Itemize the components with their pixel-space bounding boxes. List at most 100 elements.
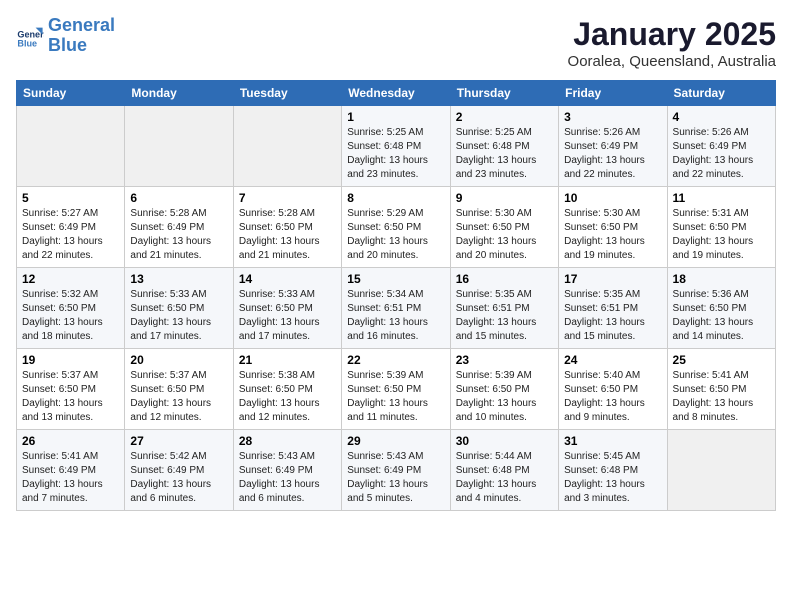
- day-cell: 23 Sunrise: 5:39 AM Sunset: 6:50 PM Dayli…: [450, 349, 558, 430]
- day-cell: 16 Sunrise: 5:35 AM Sunset: 6:51 PM Dayli…: [450, 268, 558, 349]
- day-number: 16: [456, 272, 553, 286]
- day-cell: [667, 430, 775, 511]
- weekday-header-monday: Monday: [125, 81, 233, 106]
- logo-general: General: [48, 16, 115, 36]
- day-number: 21: [239, 353, 336, 367]
- day-number: 5: [22, 191, 119, 205]
- day-number: 6: [130, 191, 227, 205]
- day-number: 30: [456, 434, 553, 448]
- day-info: Sunrise: 5:30 AM Sunset: 6:50 PM Dayligh…: [564, 207, 661, 263]
- day-cell: 14 Sunrise: 5:33 AM Sunset: 6:50 PM Dayli…: [233, 268, 341, 349]
- day-number: 17: [564, 272, 661, 286]
- day-number: 23: [456, 353, 553, 367]
- day-info: Sunrise: 5:36 AM Sunset: 6:50 PM Dayligh…: [673, 288, 770, 344]
- day-info: Sunrise: 5:28 AM Sunset: 6:50 PM Dayligh…: [239, 207, 336, 263]
- day-info: Sunrise: 5:29 AM Sunset: 6:50 PM Dayligh…: [347, 207, 444, 263]
- day-cell: 3Sunrise: 5:26 AM Sunset: 6:49 PM Daylig…: [559, 106, 667, 187]
- day-cell: 9 Sunrise: 5:30 AM Sunset: 6:50 PM Daylig…: [450, 187, 558, 268]
- day-info: Sunrise: 5:39 AM Sunset: 6:50 PM Dayligh…: [456, 369, 553, 425]
- week-row-2: 5 Sunrise: 5:27 AM Sunset: 6:49 PM Daylig…: [17, 187, 776, 268]
- day-info: Sunrise: 5:38 AM Sunset: 6:50 PM Dayligh…: [239, 369, 336, 425]
- day-number: 24: [564, 353, 661, 367]
- day-cell: 6 Sunrise: 5:28 AM Sunset: 6:49 PM Daylig…: [125, 187, 233, 268]
- day-cell: 2Sunrise: 5:25 AM Sunset: 6:48 PM Daylig…: [450, 106, 558, 187]
- day-cell: 17Sunrise: 5:35 AM Sunset: 6:51 PM Dayli…: [559, 268, 667, 349]
- day-number: 15: [347, 272, 444, 286]
- day-cell: 28Sunrise: 5:43 AM Sunset: 6:49 PM Dayli…: [233, 430, 341, 511]
- day-number: 10: [564, 191, 661, 205]
- day-number: 28: [239, 434, 336, 448]
- day-info: Sunrise: 5:37 AM Sunset: 6:50 PM Dayligh…: [22, 369, 119, 425]
- calendar-table: SundayMondayTuesdayWednesdayThursdayFrid…: [16, 80, 776, 511]
- day-number: 4: [673, 110, 770, 124]
- day-cell: 1 Sunrise: 5:25 AM Sunset: 6:48 PM Daylig…: [342, 106, 450, 187]
- day-number: 22: [347, 353, 444, 367]
- weekday-header-wednesday: Wednesday: [342, 81, 450, 106]
- day-info: Sunrise: 5:35 AM Sunset: 6:51 PM Dayligh…: [456, 288, 553, 344]
- week-row-4: 19 Sunrise: 5:37 AM Sunset: 6:50 PM Dayli…: [17, 349, 776, 430]
- day-info: Sunrise: 5:43 AM Sunset: 6:49 PM Dayligh…: [347, 450, 444, 506]
- day-cell: 8 Sunrise: 5:29 AM Sunset: 6:50 PM Daylig…: [342, 187, 450, 268]
- day-cell: 27 Sunrise: 5:42 AM Sunset: 6:49 PM Dayli…: [125, 430, 233, 511]
- day-number: 11: [673, 191, 770, 205]
- day-cell: 19 Sunrise: 5:37 AM Sunset: 6:50 PM Dayli…: [17, 349, 125, 430]
- day-cell: [125, 106, 233, 187]
- day-cell: 13 Sunrise: 5:33 AM Sunset: 6:50 PM Dayli…: [125, 268, 233, 349]
- day-number: 12: [22, 272, 119, 286]
- day-cell: 22 Sunrise: 5:39 AM Sunset: 6:50 PM Dayli…: [342, 349, 450, 430]
- day-info: Sunrise: 5:26 AM Sunset: 6:49 PM Dayligh…: [673, 126, 770, 182]
- day-info: Sunrise: 5:32 AM Sunset: 6:50 PM Dayligh…: [22, 288, 119, 344]
- day-info: Sunrise: 5:33 AM Sunset: 6:50 PM Dayligh…: [130, 288, 227, 344]
- day-number: 29: [347, 434, 444, 448]
- weekday-header-row: SundayMondayTuesdayWednesdayThursdayFrid…: [17, 81, 776, 106]
- day-cell: [233, 106, 341, 187]
- weekday-header-saturday: Saturday: [667, 81, 775, 106]
- day-number: 13: [130, 272, 227, 286]
- day-number: 26: [22, 434, 119, 448]
- day-info: Sunrise: 5:41 AM Sunset: 6:49 PM Dayligh…: [22, 450, 119, 506]
- day-cell: 20Sunrise: 5:37 AM Sunset: 6:50 PM Dayli…: [125, 349, 233, 430]
- day-info: Sunrise: 5:45 AM Sunset: 6:48 PM Dayligh…: [564, 450, 661, 506]
- day-info: Sunrise: 5:33 AM Sunset: 6:50 PM Dayligh…: [239, 288, 336, 344]
- day-cell: 30Sunrise: 5:44 AM Sunset: 6:48 PM Dayli…: [450, 430, 558, 511]
- day-info: Sunrise: 5:31 AM Sunset: 6:50 PM Dayligh…: [673, 207, 770, 263]
- location-subtitle: Ooralea, Queensland, Australia: [568, 53, 776, 70]
- day-number: 14: [239, 272, 336, 286]
- week-row-1: 1 Sunrise: 5:25 AM Sunset: 6:48 PM Daylig…: [17, 106, 776, 187]
- title-area: January 2025 Ooralea, Queensland, Austra…: [568, 16, 776, 70]
- day-number: 1: [347, 110, 444, 124]
- day-number: 27: [130, 434, 227, 448]
- day-cell: 18 Sunrise: 5:36 AM Sunset: 6:50 PM Dayli…: [667, 268, 775, 349]
- day-number: 25: [673, 353, 770, 367]
- weekday-header-friday: Friday: [559, 81, 667, 106]
- day-info: Sunrise: 5:40 AM Sunset: 6:50 PM Dayligh…: [564, 369, 661, 425]
- day-number: 8: [347, 191, 444, 205]
- day-number: 18: [673, 272, 770, 286]
- day-cell: 15Sunrise: 5:34 AM Sunset: 6:51 PM Dayli…: [342, 268, 450, 349]
- day-info: Sunrise: 5:25 AM Sunset: 6:48 PM Dayligh…: [456, 126, 553, 182]
- day-cell: 12 Sunrise: 5:32 AM Sunset: 6:50 PM Dayli…: [17, 268, 125, 349]
- weekday-header-thursday: Thursday: [450, 81, 558, 106]
- day-number: 19: [22, 353, 119, 367]
- week-row-3: 12 Sunrise: 5:32 AM Sunset: 6:50 PM Dayli…: [17, 268, 776, 349]
- day-number: 3: [564, 110, 661, 124]
- day-cell: 5 Sunrise: 5:27 AM Sunset: 6:49 PM Daylig…: [17, 187, 125, 268]
- day-info: Sunrise: 5:27 AM Sunset: 6:49 PM Dayligh…: [22, 207, 119, 263]
- day-info: Sunrise: 5:28 AM Sunset: 6:49 PM Dayligh…: [130, 207, 227, 263]
- day-info: Sunrise: 5:42 AM Sunset: 6:49 PM Dayligh…: [130, 450, 227, 506]
- day-cell: [17, 106, 125, 187]
- logo-blue: Blue: [48, 36, 115, 56]
- weekday-header-tuesday: Tuesday: [233, 81, 341, 106]
- day-number: 20: [130, 353, 227, 367]
- logo: General Blue General Blue: [16, 16, 115, 56]
- day-info: Sunrise: 5:25 AM Sunset: 6:48 PM Dayligh…: [347, 126, 444, 182]
- day-cell: 10 Sunrise: 5:30 AM Sunset: 6:50 PM Dayli…: [559, 187, 667, 268]
- day-cell: 25Sunrise: 5:41 AM Sunset: 6:50 PM Dayli…: [667, 349, 775, 430]
- day-number: 9: [456, 191, 553, 205]
- day-info: Sunrise: 5:39 AM Sunset: 6:50 PM Dayligh…: [347, 369, 444, 425]
- day-cell: 4 Sunrise: 5:26 AM Sunset: 6:49 PM Daylig…: [667, 106, 775, 187]
- day-cell: 7Sunrise: 5:28 AM Sunset: 6:50 PM Daylig…: [233, 187, 341, 268]
- day-cell: 21 Sunrise: 5:38 AM Sunset: 6:50 PM Dayli…: [233, 349, 341, 430]
- day-info: Sunrise: 5:30 AM Sunset: 6:50 PM Dayligh…: [456, 207, 553, 263]
- day-number: 31: [564, 434, 661, 448]
